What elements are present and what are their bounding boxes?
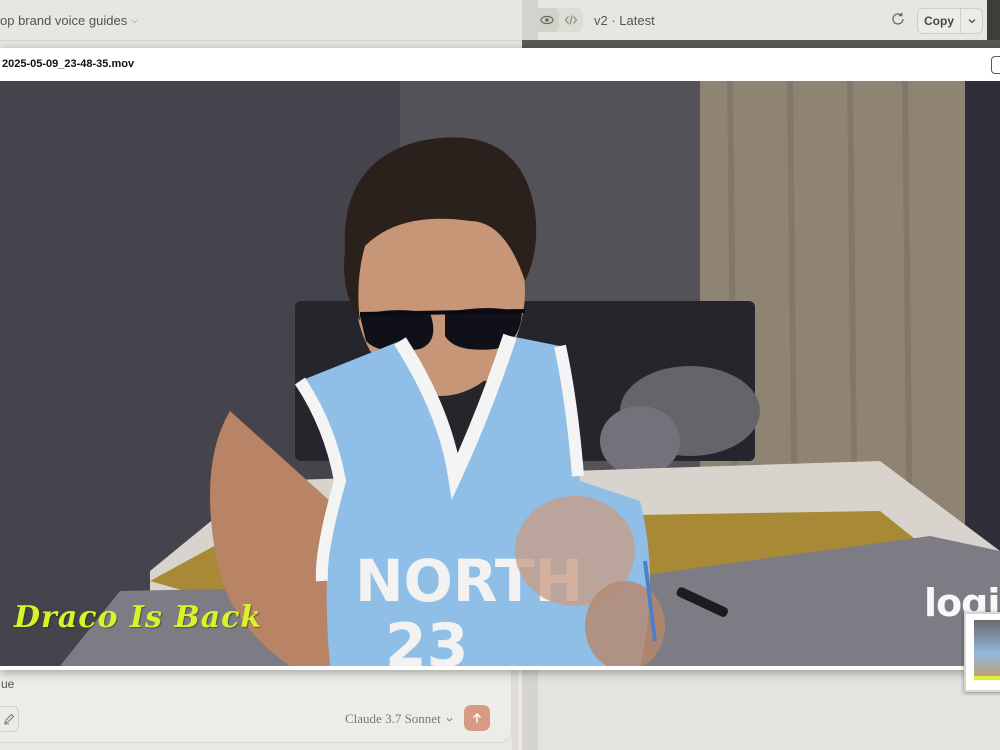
artifact-panel-bottom bbox=[538, 668, 1000, 750]
code-icon bbox=[564, 15, 578, 25]
message-composer[interactable] bbox=[0, 668, 512, 743]
artifact-toolbar-shadow bbox=[522, 40, 1000, 48]
style-button[interactable] bbox=[0, 706, 19, 732]
video-still-image: NORTH 23 bbox=[0, 81, 1000, 666]
send-button[interactable] bbox=[464, 705, 490, 731]
chevron-down-icon bbox=[968, 19, 975, 24]
arrow-up-icon bbox=[472, 712, 482, 723]
video-titlebar[interactable]: 2025-05-09_23-48-35.mov bbox=[0, 48, 1000, 82]
project-title-dropdown[interactable]: op brand voice guides ⌵ bbox=[0, 13, 138, 28]
eye-icon bbox=[540, 15, 554, 25]
model-selector[interactable]: Claude 3.7 Sonnet bbox=[345, 711, 454, 727]
refresh-button[interactable] bbox=[888, 9, 908, 29]
pip-preview bbox=[974, 620, 1000, 680]
chevron-down-icon bbox=[446, 717, 453, 722]
pen-icon bbox=[3, 713, 15, 725]
composer-input-text[interactable]: ue bbox=[1, 677, 14, 691]
view-toggle bbox=[535, 8, 583, 32]
model-name: Claude 3.7 Sonnet bbox=[345, 711, 441, 726]
copy-button[interactable]: Copy bbox=[918, 9, 961, 33]
pip-caption-bar bbox=[974, 676, 1000, 680]
preview-tab[interactable] bbox=[535, 8, 559, 32]
video-pip-thumbnail[interactable] bbox=[964, 612, 1000, 692]
chevron-down-icon: ⌵ bbox=[131, 15, 139, 25]
video-preview-window: 2025-05-09_23-48-35.mov NORTH 23 Draco I… bbox=[0, 48, 1000, 670]
window-control-button[interactable] bbox=[991, 56, 1000, 74]
refresh-icon bbox=[892, 12, 904, 25]
video-overlay-caption: Draco Is Back bbox=[14, 600, 263, 635]
video-frame[interactable]: NORTH 23 Draco Is Back logi bbox=[0, 81, 1000, 666]
copy-button-group: Copy bbox=[917, 8, 983, 34]
chat-header: op brand voice guides ⌵ bbox=[0, 0, 522, 41]
jersey-number: 23 bbox=[385, 611, 469, 666]
copy-options-button[interactable] bbox=[961, 9, 982, 33]
composer-scrollbar[interactable] bbox=[512, 668, 518, 750]
code-tab[interactable] bbox=[559, 8, 583, 32]
version-label[interactable]: v2 · Latest bbox=[594, 13, 655, 28]
video-filename: 2025-05-09_23-48-35.mov bbox=[2, 58, 135, 70]
project-title: op brand voice guides bbox=[0, 13, 128, 28]
